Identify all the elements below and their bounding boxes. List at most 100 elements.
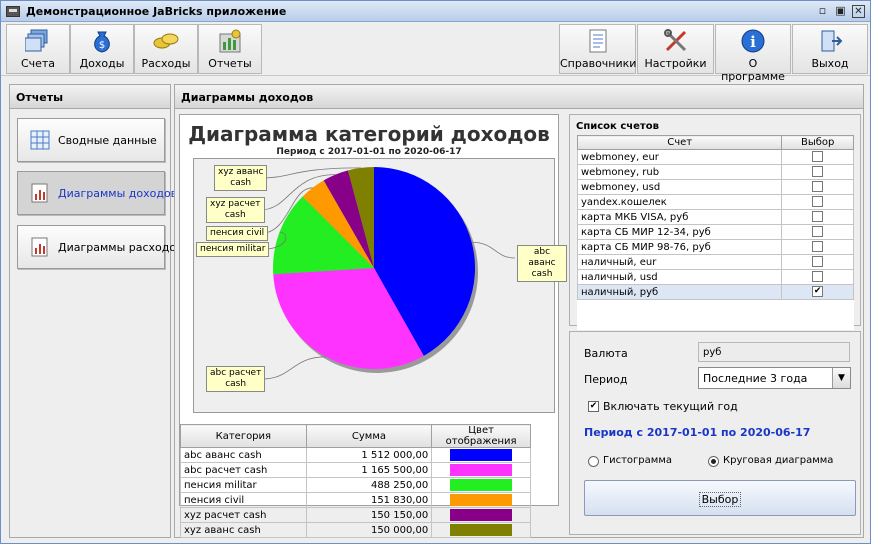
color-cell [431, 507, 531, 523]
toolbar-label: Доходы [79, 57, 125, 70]
sum-cell: 151 830,00 [305, 492, 433, 508]
account-select-cell [781, 269, 854, 285]
empty-cell [781, 299, 854, 315]
settings-button[interactable]: Настройки [637, 24, 714, 74]
table-row[interactable]: карта СБ МИР 12-34, руб [576, 224, 854, 240]
column-header[interactable]: Цвет отображения [431, 424, 531, 448]
period-select[interactable]: Последние 3 года ▼ [698, 367, 851, 389]
chart-icon [31, 183, 48, 203]
account-checkbox[interactable]: ✔ [812, 286, 824, 298]
income-charts-button[interactable]: Диаграммы доходов [17, 171, 177, 215]
slice-label: xyz расчет cash [206, 197, 265, 223]
account-name-cell: карта СБ МИР 98-76, руб [576, 239, 783, 255]
nav-label: Диаграммы расходов [58, 241, 183, 254]
chevron-down-icon[interactable]: ▼ [832, 368, 850, 388]
color-cell [431, 522, 531, 538]
empty-cell [576, 299, 783, 315]
toolbar-label: Выход [811, 57, 849, 70]
expenses-button[interactable]: Расходы [134, 24, 198, 74]
table-row[interactable]: webmoney, usd [576, 179, 854, 195]
expense-charts-button[interactable]: Диаграммы расходов [17, 225, 183, 269]
column-header[interactable]: Сумма [305, 424, 433, 448]
account-checkbox[interactable] [812, 271, 824, 283]
currency-field: руб [698, 342, 850, 362]
table-row[interactable]: abc расчет cash 1 165 500,00 [180, 462, 531, 478]
slice-label: пенсия militar [196, 242, 270, 257]
chart-icon [31, 237, 48, 257]
color-swatch [450, 479, 513, 491]
histogram-radio[interactable] [588, 456, 599, 467]
select-button[interactable]: Выбор [584, 480, 856, 516]
table-row[interactable]: наличный, usd [576, 269, 854, 285]
select-button-label: Выбор [698, 492, 742, 507]
table-row[interactable]: xyz расчет cash 150 150,00 [180, 507, 531, 523]
account-checkbox[interactable] [812, 196, 824, 208]
include-current-year-label: Включать текущий год [603, 400, 738, 413]
slice-label-line: xyz расчет [210, 199, 261, 209]
slice-label-line: пенсия civil [210, 228, 265, 238]
maximize-icon[interactable]: ▣ [834, 5, 847, 18]
slice-label-line: cash [230, 178, 252, 188]
color-cell [431, 447, 531, 463]
slice-label-line: xyz аванс [218, 167, 264, 177]
account-checkbox[interactable] [812, 241, 824, 253]
column-header[interactable]: Выбор [781, 135, 854, 150]
table-row[interactable]: карта МКБ VISA, руб [576, 209, 854, 225]
table-row[interactable]: наличный, руб ✔ [576, 284, 854, 300]
table-row[interactable]: наличный, eur [576, 254, 854, 270]
summary-data-button[interactable]: Сводные данные [17, 118, 165, 162]
category-cell: xyz расчет cash [180, 507, 307, 523]
account-checkbox[interactable] [812, 256, 824, 268]
exit-button[interactable]: Выход [792, 24, 868, 74]
sum-cell: 1 512 000,00 [305, 447, 433, 463]
account-select-cell [781, 254, 854, 270]
directories-button[interactable]: Справочники [559, 24, 636, 74]
account-name-cell: карта СБ МИР 12-34, руб [576, 224, 783, 240]
empty-cell [781, 314, 854, 330]
account-name-cell: наличный, eur [576, 254, 783, 270]
slice-label: abc аванс cash [517, 245, 567, 282]
info-icon: i [741, 29, 765, 53]
directory-icon [589, 29, 606, 53]
accounts-button[interactable]: Счета [6, 24, 70, 74]
slice-label-line: cash [531, 269, 553, 279]
account-name-cell: webmoney, usd [576, 179, 783, 195]
account-name-cell: yandex.кошелек [576, 194, 783, 210]
account-checkbox[interactable] [812, 181, 824, 193]
about-button[interactable]: i О программе [715, 24, 791, 83]
color-swatch [450, 524, 513, 536]
slice-label: xyz аванс cash [214, 165, 268, 191]
table-row[interactable]: webmoney, rub [576, 164, 854, 180]
account-name-cell: наличный, руб [576, 284, 783, 300]
slice-label: abc расчет cash [206, 366, 266, 392]
table-row[interactable]: пенсия civil 151 830,00 [180, 492, 531, 508]
app-window: Демонстрационное JaBricks приложение ▫ ▣… [0, 0, 871, 544]
include-current-year-checkbox[interactable]: ✔ [588, 401, 599, 412]
table-icon [30, 130, 50, 150]
sum-cell: 150 150,00 [305, 507, 433, 523]
column-header[interactable]: Счет [576, 135, 783, 150]
account-select-cell [781, 209, 854, 225]
period-label: Период [584, 373, 628, 386]
column-header[interactable]: Категория [180, 424, 307, 448]
table-row[interactable]: пенсия militar 488 250,00 [180, 477, 531, 493]
reports-button[interactable]: Отчеты [198, 24, 262, 74]
pie-chart-radio[interactable] [708, 456, 719, 467]
account-checkbox[interactable] [812, 151, 824, 163]
sum-cell: 150 000,00 [305, 522, 433, 538]
color-swatch [450, 509, 513, 521]
account-checkbox[interactable] [812, 166, 824, 178]
svg-text:i: i [750, 33, 756, 51]
empty-row [576, 314, 854, 330]
table-row[interactable]: webmoney, eur [576, 149, 854, 165]
table-row[interactable]: xyz аванс cash 150 000,00 [180, 522, 531, 538]
table-row[interactable]: карта СБ МИР 98-76, руб [576, 239, 854, 255]
minimize-icon[interactable]: ▫ [816, 5, 829, 18]
table-row[interactable]: abc аванс cash 1 512 000,00 [180, 447, 531, 463]
table-row[interactable]: yandex.кошелек [576, 194, 854, 210]
account-checkbox[interactable] [812, 211, 824, 223]
income-button[interactable]: $ Доходы [70, 24, 134, 74]
label-connector [471, 241, 516, 259]
account-checkbox[interactable] [812, 226, 824, 238]
close-icon[interactable]: ✕ [852, 5, 865, 18]
